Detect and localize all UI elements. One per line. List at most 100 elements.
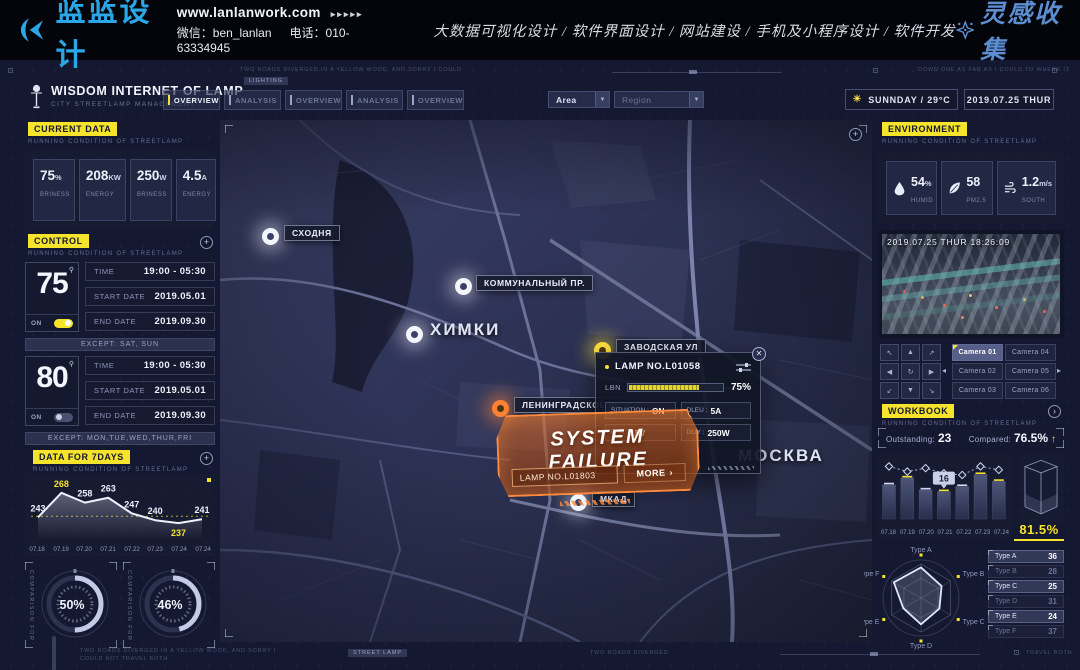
stat-energy-kw: 208KWENERGY (79, 159, 126, 221)
x-tick: 07.24 (994, 530, 1009, 536)
type-radar-chart: Type AType BType CType DType EType F (864, 544, 984, 654)
tab-bar: OVERVIEW ANALYSIS OVERVIEW ANALYSIS OVER… (163, 90, 464, 110)
x-tick: 07.20 (77, 546, 92, 553)
camera-01-button[interactable]: Camera 01 (952, 344, 1003, 361)
decor-square (873, 68, 878, 73)
legend-type-f[interactable]: Type F37 (988, 625, 1064, 638)
tab-analysis-1[interactable]: ANALYSIS (224, 90, 281, 110)
pan-down-button[interactable]: ▼ (901, 382, 920, 399)
gauge-label: COMPARISON FOR (126, 570, 132, 641)
more-button[interactable]: MORE› (623, 463, 686, 483)
lbn-label: LBN (605, 383, 627, 392)
tab-analysis-2[interactable]: ANALYSIS (346, 90, 403, 110)
sparkle-icon (956, 18, 975, 42)
week-chart-panel: 243268258263247240237241 07.1807.1907.20… (25, 474, 215, 556)
legend-type-e[interactable]: Type E24 (988, 610, 1064, 623)
wechat-text: 微信：ben_lanlan (177, 26, 272, 40)
streetlamp-icon (30, 84, 43, 110)
services-text: 大数据可视化设计 / 软件界面设计 / 网站建设 / 手机及小程序设计 / 软件… (433, 20, 955, 41)
camera-03-button[interactable]: Camera 03 (952, 382, 1003, 399)
map-pin-leningradskoe[interactable] (492, 400, 509, 417)
x-tick: 07.19 (53, 546, 68, 553)
time-row-2[interactable]: TIME19:00 - 05:30 (85, 356, 215, 375)
control-add-button[interactable]: + (200, 236, 213, 249)
env-wind: 1.2m/sSOUTH (997, 161, 1056, 215)
map-pin-skhodnya[interactable] (262, 228, 279, 245)
end-date-row-2[interactable]: END DATE2019.09.30 (85, 406, 215, 425)
decor-text: TWO ROADS DIVERGED (590, 650, 669, 656)
gauge-value: 50% (59, 598, 84, 612)
website-link[interactable]: www.lanlanwork.com (177, 5, 321, 20)
top-banner: 蓝蓝设计 www.lanlanwork.com▸▸▸▸▸ 微信：ben_lanl… (0, 0, 1080, 60)
date-text: 2019.07.25 THUR (967, 95, 1052, 105)
svg-text:Type E: Type E (864, 619, 880, 626)
map-zoom-plus-button[interactable]: + (849, 128, 862, 141)
status-dot-icon (605, 365, 609, 369)
arrows-decor-icon: ▸▸▸▸▸ (331, 9, 364, 19)
pan-up-button[interactable]: ▲ (901, 344, 920, 361)
svg-text:243: 243 (30, 503, 45, 513)
city-map[interactable]: + СХОДНЯ КОММУНАЛЬНЫЙ ПР. ХИМКИ ЗАВОДСКА… (220, 120, 872, 642)
map-pin-khimki[interactable] (406, 326, 423, 343)
week-chart-add-button[interactable]: + (200, 452, 213, 465)
legend-type-b[interactable]: Type B28 (988, 565, 1064, 578)
workbook-x-axis: 07.1807.1907.2007.2107.2207.2307.24 (881, 530, 1009, 536)
pan-down-left-button[interactable]: ↙ (880, 382, 899, 399)
pan-left-button[interactable]: ◀ (880, 363, 899, 380)
power-toggle-2[interactable] (54, 413, 73, 422)
workbook-bar-chart-panel: 16 07.1807.1907.2007.2107.2207.2307.24 (878, 454, 1012, 538)
except-bar-2: EXCEPT: MON,TUE,WED,THUR,FRI (25, 432, 215, 445)
area-select[interactable]: Area ▼ (548, 91, 610, 108)
camera-02-button[interactable]: Camera 02 (952, 363, 1003, 380)
start-date-row-2[interactable]: START DATE2019.05.01 (85, 381, 215, 400)
power-toggle-1[interactable] (54, 319, 73, 328)
camera-list-prev-icon[interactable]: ◂ (942, 366, 946, 375)
legend-type-c[interactable]: Type C25 (988, 580, 1064, 593)
sliders-icon[interactable] (736, 362, 751, 372)
cube-3d-icon (1019, 455, 1063, 521)
map-roads-layer (220, 120, 872, 642)
decor-square (1052, 68, 1057, 73)
region-select[interactable]: Region ▼ (614, 91, 704, 108)
sun-icon: ☀ (852, 94, 862, 105)
pan-right-button[interactable]: ▶ (922, 363, 941, 380)
camera-05-button[interactable]: Camera 05 (1005, 363, 1056, 380)
collection-brand[interactable]: 灵感收集 (956, 0, 1065, 66)
pan-up-left-button[interactable]: ↖ (880, 344, 899, 361)
legend-type-a[interactable]: Type A36 (988, 550, 1064, 563)
end-date-row-1[interactable]: END DATE2019.09.30 (85, 312, 215, 331)
svg-text:Type B: Type B (963, 571, 984, 578)
legend-type-d[interactable]: Type D31 (988, 595, 1064, 608)
decor-text: DOWN ONE AS FAR AS I COULD TO WHERE IT (918, 67, 1070, 73)
tab-overview-2[interactable]: OVERVIEW (285, 90, 342, 110)
tab-overview-1[interactable]: OVERVIEW (163, 90, 220, 110)
workbook-subtitle: RUNNING CONDITION OF STREETLAMP (882, 421, 1037, 427)
time-row-1[interactable]: TIME19:00 - 05:30 (85, 262, 215, 281)
tab-overview-3[interactable]: OVERVIEW (407, 90, 464, 110)
svg-text:258: 258 (77, 489, 92, 499)
reset-view-button[interactable]: ↻ (901, 363, 920, 380)
svg-text:Type D: Type D (910, 643, 932, 650)
lamp-popup-title: LAMP NO.L01058 (615, 361, 736, 372)
workbook-more-button[interactable]: › (1048, 405, 1061, 418)
popup-close-icon[interactable]: ✕ (752, 347, 766, 361)
lbn-progress-bar (627, 383, 724, 392)
camera-feed-image (882, 234, 1060, 334)
week-chart-tag: DATA FOR 7DAYS (33, 450, 130, 464)
svg-text:240: 240 (148, 506, 163, 516)
decor-slider (612, 72, 782, 73)
camera-list-next-icon[interactable]: ▸ (1057, 366, 1061, 375)
current-data-tag: CURRENT DATA (28, 122, 117, 136)
svg-text:Type A: Type A (910, 547, 932, 554)
workbook-tag: WORKBOOK (882, 404, 954, 418)
cube-panel (1018, 454, 1064, 522)
gauge-value: 46% (157, 598, 182, 612)
camera-06-button[interactable]: Camera 06 (1005, 382, 1056, 399)
map-pin-kommunalny[interactable] (455, 278, 472, 295)
pan-down-right-button[interactable]: ↘ (922, 382, 941, 399)
environment-cards: 54%HUMID 58PM2.5 1.2m/sSOUTH (878, 152, 1064, 224)
pan-up-right-button[interactable]: ↗ (922, 344, 941, 361)
start-date-row-1[interactable]: START DATE2019.05.01 (85, 287, 215, 306)
camera-04-button[interactable]: Camera 04 (1005, 344, 1056, 361)
x-tick: 07.18 (29, 546, 44, 553)
